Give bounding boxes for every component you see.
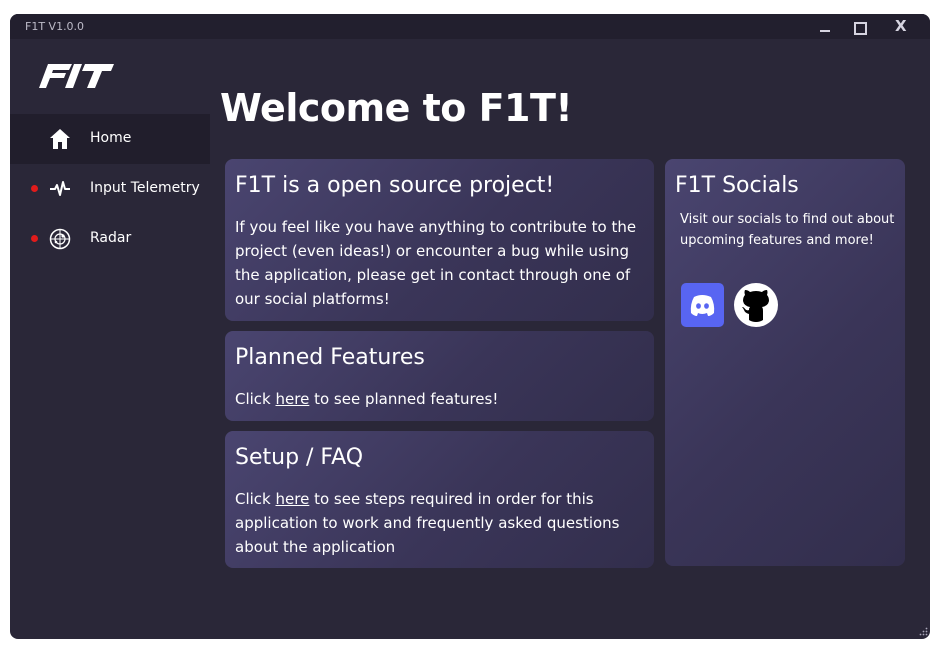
socials-card: F1T Socials Visit our socials to find ou… xyxy=(665,159,905,566)
discord-icon xyxy=(690,295,715,316)
minimize-icon xyxy=(820,30,830,32)
sidebar: Home Input Telemetry Radar xyxy=(10,114,210,264)
discord-link[interactable] xyxy=(681,283,724,327)
f1t-logo xyxy=(39,64,114,88)
sidebar-item-input-telemetry[interactable]: Input Telemetry xyxy=(10,164,210,214)
card-body: If you feel like you have anything to co… xyxy=(235,218,637,308)
home-icon xyxy=(50,129,70,149)
title-bar[interactable]: F1T V1.0.0 X xyxy=(10,14,930,39)
github-link[interactable] xyxy=(733,282,779,328)
status-dot xyxy=(31,185,38,192)
planned-features-link[interactable]: here xyxy=(276,390,310,408)
status-dot xyxy=(31,235,38,242)
card-body: Click here to see steps required in orde… xyxy=(235,487,647,559)
app-window: F1T V1.0.0 X Home Input Telemetry Radar … xyxy=(10,14,930,639)
card-text: Click xyxy=(235,390,276,408)
sidebar-item-radar[interactable]: Radar xyxy=(10,214,210,264)
card-text: to see planned features! xyxy=(309,390,499,408)
sidebar-item-label: Home xyxy=(90,130,132,146)
window-title: F1T V1.0.0 xyxy=(25,20,85,33)
sidebar-item-label: Radar xyxy=(90,230,132,246)
github-icon xyxy=(734,283,778,327)
card-body: Click here to see planned features! xyxy=(235,387,645,411)
radar-icon xyxy=(49,228,71,250)
resize-grip-icon[interactable] xyxy=(918,627,928,637)
sidebar-item-label: Input Telemetry xyxy=(90,180,200,196)
maximize-button[interactable] xyxy=(846,16,872,38)
page-title: Welcome to F1T! xyxy=(220,86,573,130)
minimize-button[interactable] xyxy=(812,16,838,38)
close-icon: X xyxy=(895,17,907,35)
setup-faq-link[interactable]: here xyxy=(276,490,310,508)
card-title: F1T Socials xyxy=(675,173,799,198)
card-text: Click xyxy=(235,490,276,508)
maximize-icon xyxy=(854,22,867,35)
planned-features-card: Planned Features Click here to see plann… xyxy=(225,331,654,421)
sidebar-item-home[interactable]: Home xyxy=(10,114,210,164)
pulse-icon xyxy=(50,181,70,196)
close-button[interactable]: X xyxy=(889,16,915,38)
card-title: Planned Features xyxy=(235,345,425,370)
setup-faq-card: Setup / FAQ Click here to see steps requ… xyxy=(225,431,654,568)
card-body: Visit our socials to find out about upco… xyxy=(680,212,895,248)
card-title: Setup / FAQ xyxy=(235,445,364,470)
card-title: F1T is a open source project! xyxy=(235,173,555,198)
open-source-card: F1T is a open source project! If you fee… xyxy=(225,159,654,321)
